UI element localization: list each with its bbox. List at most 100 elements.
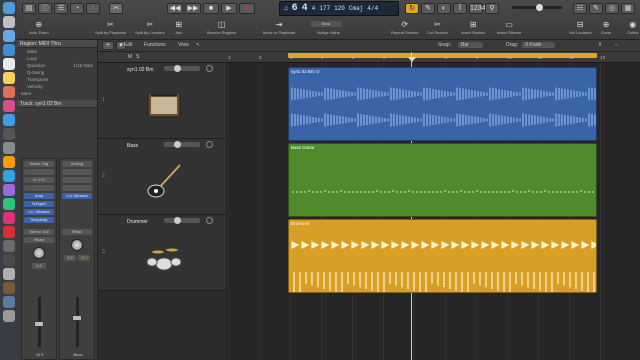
smart-controls-button[interactable]: ◔ — [70, 3, 84, 14]
region-param-mute[interactable]: Mute — [17, 48, 97, 55]
region-param-transpose[interactable]: Transpose — [17, 76, 97, 83]
settings-icon[interactable] — [2, 142, 15, 154]
audition-icon[interactable] — [2, 198, 15, 210]
pointer-tool-icon[interactable]: ↖ — [196, 42, 200, 48]
zoom-horizontal-icon[interactable]: ⇔ — [614, 42, 619, 48]
strip2-volume-fader[interactable] — [72, 315, 82, 321]
mixer-button[interactable]: ⫶ — [86, 3, 100, 14]
safari-icon[interactable] — [2, 44, 15, 56]
insert-slot-2[interactable]: TsTape2 — [24, 201, 54, 207]
track-header-syn1-02-bm[interactable]: 1 syn1 02 Bm — [98, 63, 226, 139]
drag-select[interactable]: X-Fade — [522, 42, 556, 48]
track-name[interactable]: syn1 02 Bm — [127, 67, 153, 73]
editors-button[interactable]: ✂ — [109, 3, 123, 14]
appstore-icon[interactable] — [2, 114, 15, 126]
tool-split-by-playhead[interactable]: ✂ Split by Playhead — [95, 20, 126, 35]
app-icon-19[interactable] — [2, 254, 15, 266]
tool-split-by-locators[interactable]: ✂ Split by Locators — [135, 20, 165, 35]
region-inspector-header[interactable]: Region: MIDI Thru — [17, 40, 97, 48]
automation-mode-button[interactable]: Read — [24, 237, 54, 243]
track-inspector-header[interactable]: Track: syn1 02 Bm — [17, 100, 97, 108]
strip2-insert-slot-1[interactable]: LI-I Ultrama — [62, 193, 92, 199]
app-icon-22[interactable] — [2, 296, 15, 308]
indesign-icon[interactable] — [2, 212, 15, 224]
illustrator-icon[interactable] — [2, 156, 15, 168]
inspector-button[interactable]: ⓘ — [38, 3, 52, 14]
functions-menu[interactable]: Functions — [144, 42, 166, 48]
trash-icon[interactable] — [2, 310, 15, 322]
tool-zoom[interactable]: ⊕ Zoom — [601, 20, 611, 35]
zoom-vertical-icon[interactable]: ⇕ — [598, 42, 602, 48]
app-icon-21[interactable] — [2, 282, 15, 294]
launchpad-icon[interactable] — [2, 16, 15, 28]
playhead-handle[interactable] — [408, 57, 416, 62]
calendar-icon[interactable] — [2, 58, 15, 70]
mute-solo-label[interactable]: M S — [22, 352, 58, 357]
region-param-q-swing[interactable]: Q-Swing — [17, 69, 97, 76]
strip2-eq-button[interactable] — [62, 169, 92, 175]
view-menu[interactable]: View — [178, 42, 189, 48]
app-icon-20[interactable] — [2, 268, 15, 280]
track-volume-slider[interactable] — [164, 141, 200, 148]
track-name[interactable]: Bass — [127, 143, 138, 149]
edit-menu[interactable]: Edit — [124, 42, 133, 48]
tool-join[interactable]: ⊞ Join — [175, 20, 182, 35]
list-editors-button[interactable]: ☷ — [573, 3, 587, 14]
play-button[interactable]: ▶ — [221, 3, 237, 14]
strip2-input-button[interactable] — [62, 177, 92, 183]
metronome-button[interactable]: ⚲ — [485, 3, 499, 14]
insert-slot-4[interactable]: Simplicity — [24, 217, 54, 223]
strip-input-button[interactable]: In 1+2 — [24, 177, 54, 183]
toolbar-button[interactable]: ☰ — [54, 3, 68, 14]
itunes-icon[interactable] — [2, 100, 15, 112]
mail-icon[interactable] — [2, 30, 15, 42]
insert-slot-3[interactable]: LI-I Ultrama — [24, 209, 54, 215]
track-volume-slider[interactable] — [164, 217, 200, 224]
acrobat-icon[interactable] — [2, 226, 15, 238]
output-button[interactable]: Stereo Out — [24, 229, 54, 235]
track-volume-slider[interactable] — [164, 65, 200, 72]
arrange-area[interactable]: 1 2 3 4 5 6 7 8 9 10 11 12 13 syn1 02 Bm ⊙ Bass Guita… — [226, 52, 640, 360]
loop-browser-button[interactable]: ◎ — [605, 3, 619, 14]
bar-ruler[interactable]: 1 2 3 4 5 6 7 8 9 10 11 12 13 — [226, 52, 640, 63]
strip-setting-button[interactable]: Warm Org — [24, 161, 54, 167]
region-drummer[interactable]: Drummer — [288, 219, 597, 293]
lcd-display[interactable]: ♫ 6 4 4 177 120 Cmaj 4/4 — [279, 1, 399, 16]
track-header-drummer[interactable]: 3 Drummer — [98, 215, 226, 291]
strip2-fx-slot[interactable] — [62, 185, 92, 191]
amp-icon[interactable] — [144, 85, 184, 125]
tool-set-locators[interactable]: ⊟ Set Locators — [569, 20, 591, 35]
strip2-setting-button[interactable]: Setting — [62, 161, 92, 167]
tuner-button[interactable]: ◐ — [437, 3, 451, 14]
tool-repeat-section[interactable]: ⟳ Repeat Section — [391, 20, 418, 35]
param-value[interactable]: 1/16 Note — [73, 62, 93, 69]
browsers-button[interactable]: ▦ — [621, 3, 635, 14]
master-volume-slider[interactable] — [512, 4, 562, 11]
tool-cut-section[interactable]: ✂ Cut Section — [427, 20, 448, 35]
tool-auto-zoom[interactable]: ⊕ Auto Zoom — [29, 20, 49, 35]
notes-icon[interactable] — [2, 72, 15, 84]
logic-icon[interactable] — [2, 128, 15, 140]
tool-insert-silence[interactable]: ▭ Insert Silence — [497, 20, 521, 35]
premiere-icon[interactable] — [2, 184, 15, 196]
strip2-pan-knob[interactable] — [71, 239, 83, 251]
track-header-bass[interactable]: 2 Bass — [98, 139, 226, 215]
solo-button[interactable]: ꟾ — [453, 3, 467, 14]
region-param-quantize[interactable]: Quantize 1/16 Note — [17, 62, 97, 69]
stop-button[interactable]: ■ — [203, 3, 219, 14]
strip-eq-button[interactable] — [24, 169, 54, 175]
global-mute-icon[interactable]: M — [128, 54, 132, 60]
volume-fader[interactable] — [34, 321, 44, 327]
add-track-button[interactable]: + — [102, 41, 114, 50]
track-pan-knob[interactable] — [206, 65, 213, 72]
more-disclosure[interactable]: More — [17, 90, 97, 97]
count-in-button[interactable]: 1234 — [469, 3, 486, 14]
track-name[interactable]: Drummer — [127, 219, 148, 225]
tool-colors[interactable]: ◉ Colors — [627, 20, 639, 35]
region-syn1-02-bm[interactable]: syn1 02 Bm ⊙ — [288, 67, 597, 141]
cycle-area[interactable] — [288, 53, 597, 58]
strip2-automation-mode-button[interactable]: Read — [62, 229, 92, 235]
nudge-value-select[interactable]: Beat — [311, 21, 341, 27]
snap-select[interactable]: Bar — [458, 42, 483, 48]
region-bass[interactable]: Bass Guitar — [288, 143, 597, 217]
